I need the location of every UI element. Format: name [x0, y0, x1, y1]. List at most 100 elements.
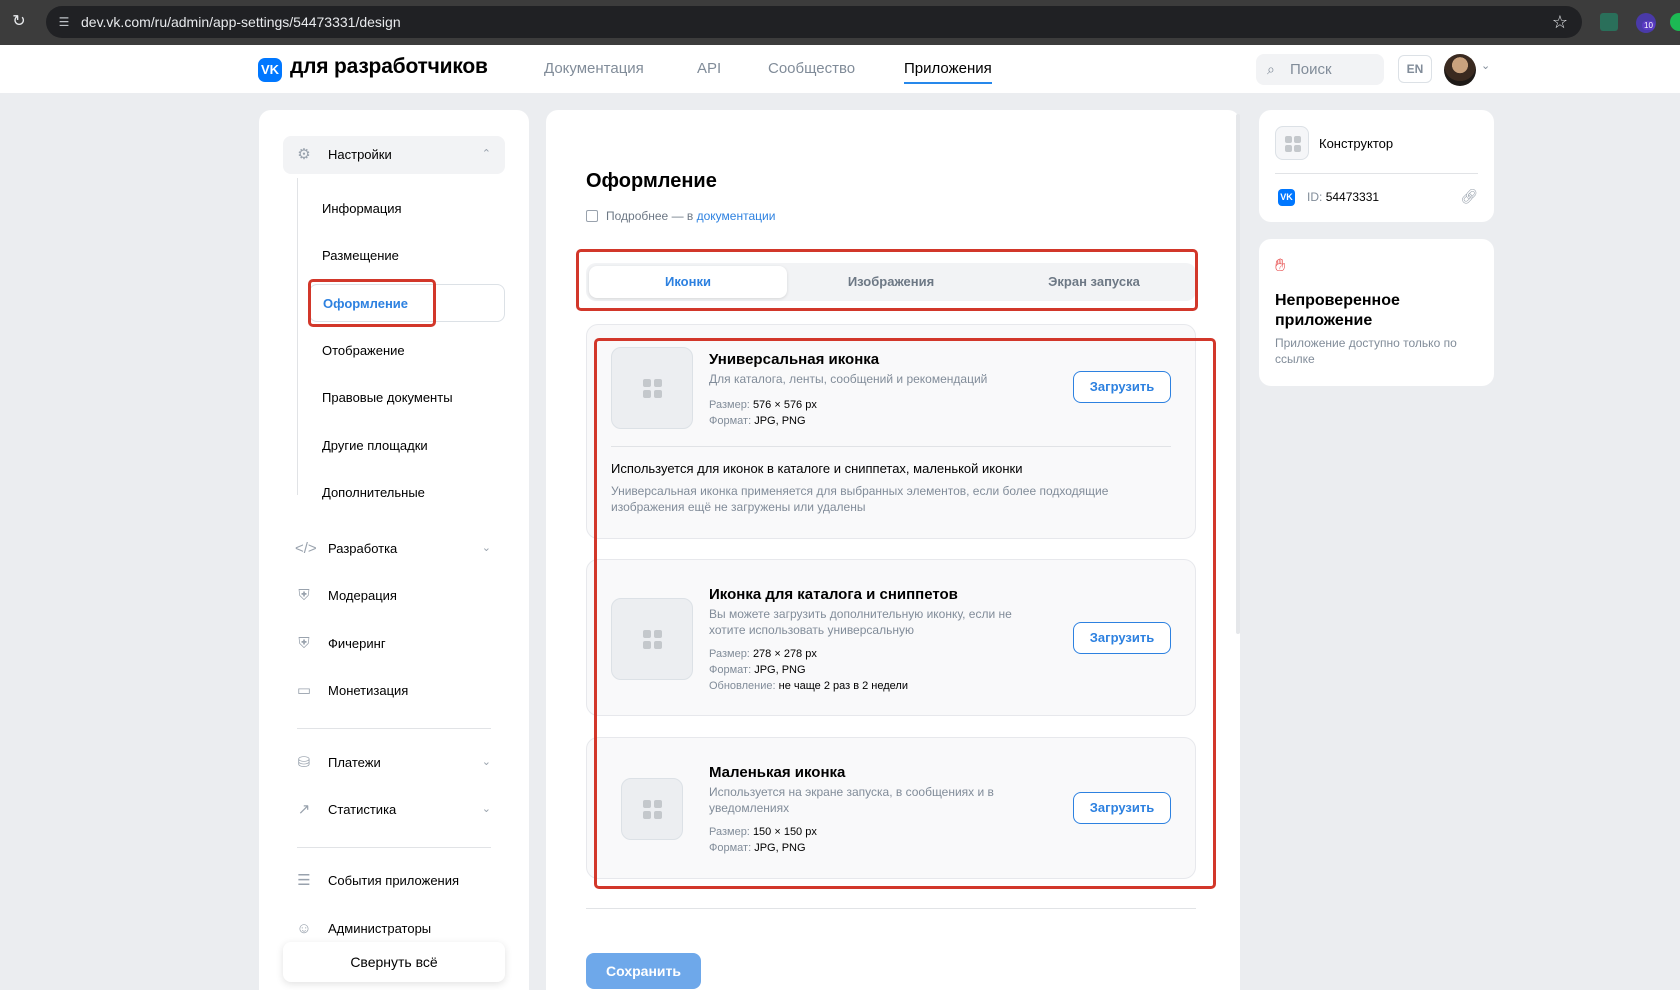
- sidebar-section-statistics[interactable]: ↗ Статистика ⌄: [283, 791, 505, 829]
- scrollbar[interactable]: [1236, 114, 1240, 634]
- image-placeholder[interactable]: [611, 598, 693, 680]
- upload-button[interactable]: Загрузить: [1073, 792, 1171, 824]
- warning-card: ✋︎ Непроверенное приложение Приложение д…: [1259, 239, 1494, 386]
- sidebar-section-settings[interactable]: ⚙ Настройки ⌃: [283, 136, 505, 174]
- sidebar-item-placement[interactable]: Размещение: [309, 237, 505, 275]
- reload-icon[interactable]: ↻: [10, 13, 28, 31]
- card-size: Размер: 150 × 150 px: [709, 826, 817, 838]
- tab-images[interactable]: Изображения: [792, 266, 990, 298]
- sidebar-item-other-platforms[interactable]: Другие площадки: [309, 427, 505, 465]
- sidebar-section-moderation[interactable]: ⛨ Модерация: [283, 577, 505, 615]
- shield-check-icon: ⛨: [298, 635, 310, 652]
- browser-toolbar: ↻ ☰ dev.vk.com/ru/admin/app-settings/544…: [0, 0, 1680, 45]
- sidebar-section-development[interactable]: </> Разработка ⌄: [283, 530, 505, 568]
- list-icon: ☰: [297, 872, 311, 889]
- sidebar-item-legal-documents[interactable]: Правовые документы: [309, 379, 505, 417]
- sidebar-section-featuring[interactable]: ⛨ Фичеринг: [283, 625, 505, 663]
- sidebar-section-app-events[interactable]: ☰ События приложения: [283, 862, 505, 900]
- app-name: Конструктор: [1319, 136, 1394, 151]
- docs-link[interactable]: документации: [697, 209, 776, 223]
- image-placeholder[interactable]: [621, 778, 683, 840]
- sidebar-section-monetization[interactable]: ▭ Монетизация: [283, 672, 505, 710]
- vk-logo-icon: VK: [1278, 189, 1295, 206]
- chevron-down-icon: ⌄: [481, 756, 491, 768]
- app-id: ID: 54473331: [1307, 190, 1380, 204]
- sidebar-section-label: События приложения: [328, 873, 460, 888]
- link-icon[interactable]: 🔗︎: [1460, 188, 1478, 205]
- grid-icon: [1285, 136, 1301, 152]
- extension-badge-count: 10: [1642, 21, 1655, 30]
- usage-description: Универсальная иконка применяется для выб…: [611, 484, 1109, 514]
- image-placeholder[interactable]: [611, 347, 693, 429]
- card-description: Вы можете загрузить дополнительную иконк…: [709, 607, 1012, 637]
- hand-stop-icon: ✋︎: [1275, 255, 1286, 275]
- sidebar-section-label: Модерация: [328, 588, 397, 603]
- grid-icon: [643, 379, 663, 399]
- sidebar-item-display[interactable]: Отображение: [309, 332, 505, 370]
- language-switch[interactable]: EN: [1398, 55, 1432, 83]
- site-settings-icon[interactable]: ☰: [54, 12, 74, 32]
- card-universal-icon: Универсальная иконка Для каталога, ленты…: [586, 324, 1196, 539]
- nav-community[interactable]: Сообщество: [768, 60, 855, 77]
- nav-documentation[interactable]: Документация: [544, 60, 644, 77]
- sidebar-section-label: Администраторы: [328, 921, 432, 936]
- card-update: Обновление: не чаще 2 раз в 2 недели: [709, 680, 908, 692]
- url-text[interactable]: dev.vk.com/ru/admin/app-settings/5447333…: [81, 6, 401, 38]
- chart-icon: ↗: [297, 801, 311, 818]
- vk-logo-icon[interactable]: VK: [258, 58, 282, 82]
- collapse-all-button[interactable]: Свернуть всё: [283, 942, 505, 982]
- nav-applications[interactable]: Приложения: [904, 60, 992, 84]
- card-size: Размер: 278 × 278 px: [709, 648, 817, 660]
- upload-button[interactable]: Загрузить: [1073, 622, 1171, 654]
- save-button[interactable]: Сохранить: [586, 953, 701, 989]
- sidebar-item-information[interactable]: Информация: [309, 190, 505, 228]
- logo-text[interactable]: для разработчиков: [290, 55, 488, 79]
- card-format: Формат: JPG, PNG: [709, 842, 806, 854]
- nav-api[interactable]: API: [697, 60, 721, 77]
- warning-description: Приложение доступно только по ссылке: [1275, 336, 1457, 366]
- chevron-down-icon[interactable]: ⌄: [1481, 59, 1490, 72]
- sidebar-section-label: Платежи: [328, 755, 381, 770]
- sidebar-section-label: Статистика: [328, 802, 397, 817]
- tab-icons[interactable]: Иконки: [589, 266, 787, 298]
- search-input[interactable]: ⌕ Поиск: [1256, 54, 1384, 85]
- main-content: Оформление Подробнее — в документации Ик…: [546, 110, 1240, 990]
- tree-line: [297, 178, 298, 495]
- card-icon: ▭: [296, 682, 312, 699]
- extension-icon-green[interactable]: [1670, 13, 1680, 31]
- warning-title: Непроверенное приложение: [1275, 292, 1400, 329]
- app-card: Конструктор VK ID: 54473331 🔗︎: [1259, 110, 1494, 222]
- card-small-icon: Маленькая иконка Используется на экране …: [586, 737, 1196, 879]
- sidebar-section-label: Монетизация: [328, 683, 409, 698]
- sidebar-item-label: Отображение: [322, 343, 405, 358]
- bookmark-star-icon[interactable]: ☆: [1552, 6, 1568, 38]
- tab-launch-screen[interactable]: Экран запуска: [995, 266, 1193, 298]
- card-separator: [1275, 173, 1478, 174]
- avatar[interactable]: [1444, 54, 1476, 86]
- docs-hint-text: Подробнее — в: [606, 209, 694, 223]
- sidebar-section-payments[interactable]: ⛁ Платежи ⌄: [283, 744, 505, 782]
- upload-button[interactable]: Загрузить: [1073, 371, 1171, 403]
- coins-icon: ⛁: [297, 754, 311, 771]
- card-format: Формат: JPG, PNG: [709, 664, 806, 676]
- sidebar-section-label: Настройки: [328, 147, 392, 162]
- sidebar-item-additional[interactable]: Дополнительные: [309, 474, 505, 512]
- chevron-up-icon: ⌃: [481, 148, 491, 160]
- extension-badge-icon[interactable]: 10: [1636, 13, 1656, 33]
- chevron-down-icon: ⌄: [481, 803, 491, 815]
- card-description: Для каталога, ленты, сообщений и рекомен…: [709, 372, 988, 386]
- chevron-down-icon: ⌄: [481, 542, 491, 554]
- sidebar-item-design[interactable]: Оформление: [309, 284, 505, 322]
- card-description: Используется на экране запуска, в сообще…: [709, 785, 994, 815]
- address-bar[interactable]: ☰ dev.vk.com/ru/admin/app-settings/54473…: [46, 6, 1582, 38]
- usage-title: Используется для иконок в каталоге и сни…: [611, 461, 1023, 476]
- app-icon: [1275, 126, 1309, 160]
- page-title: Оформление: [586, 170, 717, 192]
- card-title: Маленькая иконка: [709, 764, 846, 781]
- grid-icon: [643, 800, 663, 820]
- card-title: Универсальная иконка: [709, 351, 880, 368]
- docs-hint: Подробнее — в документации: [586, 209, 775, 223]
- card-format: Формат: JPG, PNG: [709, 415, 806, 427]
- extension-icon[interactable]: [1600, 13, 1618, 31]
- sidebar-item-label: Размещение: [322, 248, 399, 263]
